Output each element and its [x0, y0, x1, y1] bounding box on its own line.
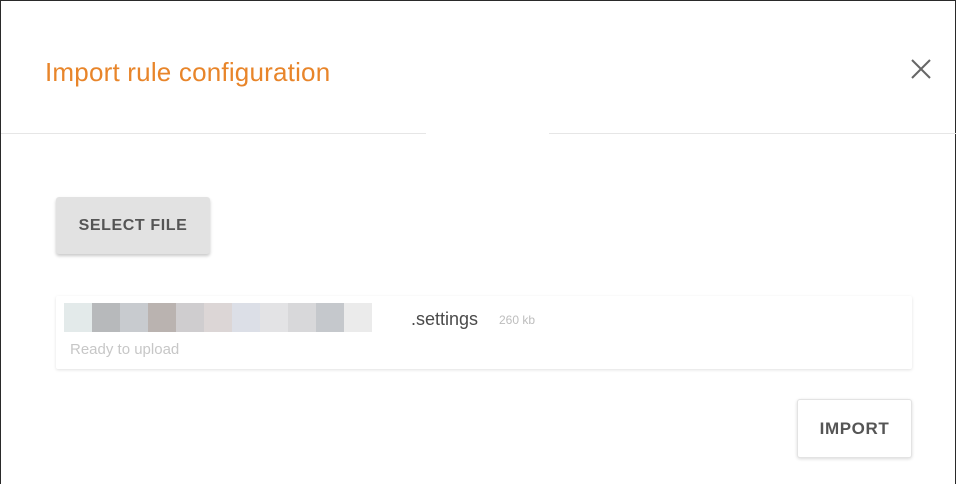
import-button[interactable]: IMPORT: [797, 399, 912, 458]
file-name-suffix: .settings: [411, 309, 479, 329]
close-button[interactable]: [907, 55, 935, 83]
close-icon: [911, 59, 931, 79]
file-upload-item: .settings 260 kb Ready to upload: [56, 296, 912, 369]
dialog-title: Import rule configuration: [45, 57, 331, 87]
blurred-file-name: [64, 303, 372, 332]
import-dialog: Import rule configuration SELECT FILE .s…: [0, 0, 956, 484]
select-file-button[interactable]: SELECT FILE: [56, 197, 210, 254]
header-divider-left: [1, 133, 426, 134]
file-size: 260 kb: [499, 313, 536, 327]
header-divider-right: [549, 133, 956, 134]
upload-status: Ready to upload: [70, 341, 180, 358]
